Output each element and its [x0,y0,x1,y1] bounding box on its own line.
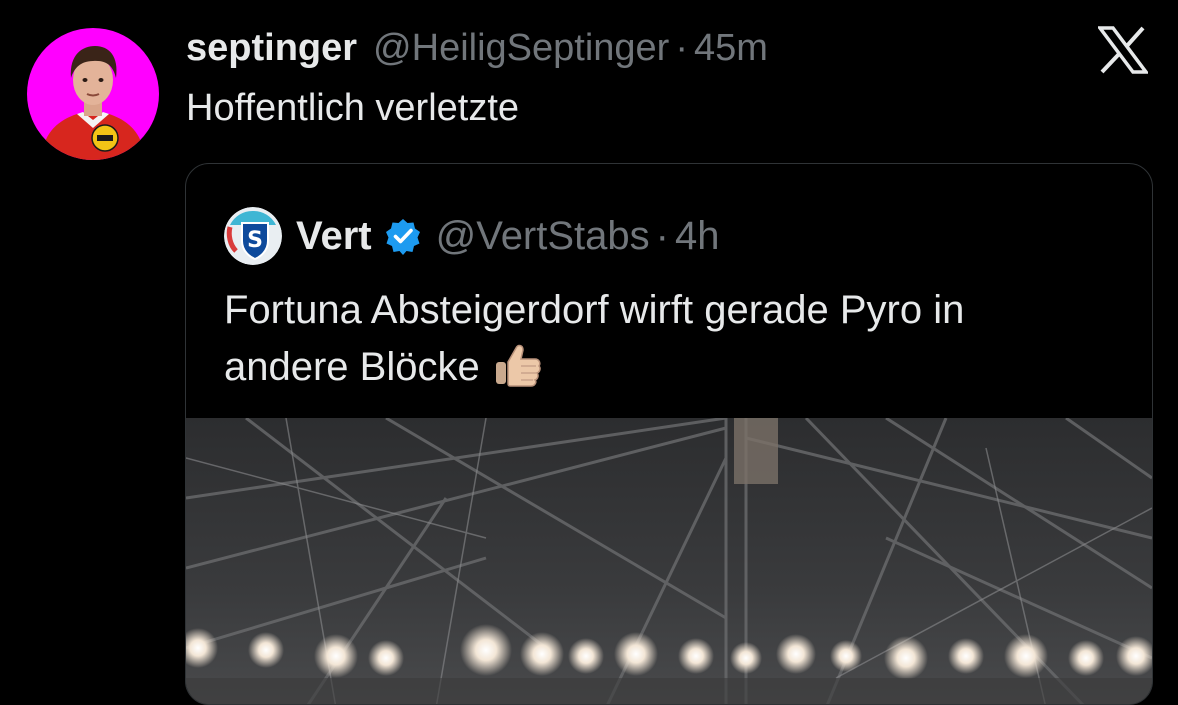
tweet-text: Hoffentlich verletzte [186,87,520,129]
x-logo-icon[interactable] [1096,26,1150,74]
quoted-tweet-media[interactable] [186,418,1152,704]
quoted-user-handle[interactable]: @VertStabs [436,214,650,259]
tweet-header: septinger @HeiligSeptinger · 45m [186,22,768,74]
quoted-text-line-2-wrap: andere Blöcke [224,338,1124,395]
svg-text:S: S [247,228,263,253]
quoted-tweet-timestamp[interactable]: 4h [675,214,720,259]
quoted-header-separator: · [655,213,669,258]
quoted-user-avatar[interactable]: S [224,207,282,265]
display-name[interactable]: septinger [186,22,357,74]
schalke-logo-icon: S [224,207,282,265]
user-avatar[interactable] [27,28,159,160]
quoted-text-line-1: Fortuna Absteigerdorf wirft gerade Pyro … [224,288,965,332]
quoted-text-line-2: andere Blöcke [224,345,480,389]
tweet-timestamp[interactable]: 45m [694,22,768,74]
header-separator: · [675,27,688,69]
verified-badge-icon [384,217,422,255]
quoted-tweet-header: S Vert @VertStabs · 4h [224,207,720,265]
quoted-tweet-text: Fortuna Absteigerdorf wirft gerade Pyro … [224,282,1124,395]
tweet: septinger @HeiligSeptinger · 45m Hoffent… [0,0,1178,705]
user-handle[interactable]: @HeiligSeptinger [373,22,669,74]
quoted-tweet[interactable]: S Vert @VertStabs · 4h Fortuna Absteiger… [185,163,1153,705]
avatar-image [27,28,159,160]
thumbs-up-icon [492,338,544,390]
stadium-photo [186,418,1152,704]
quoted-display-name[interactable]: Vert [296,214,372,259]
